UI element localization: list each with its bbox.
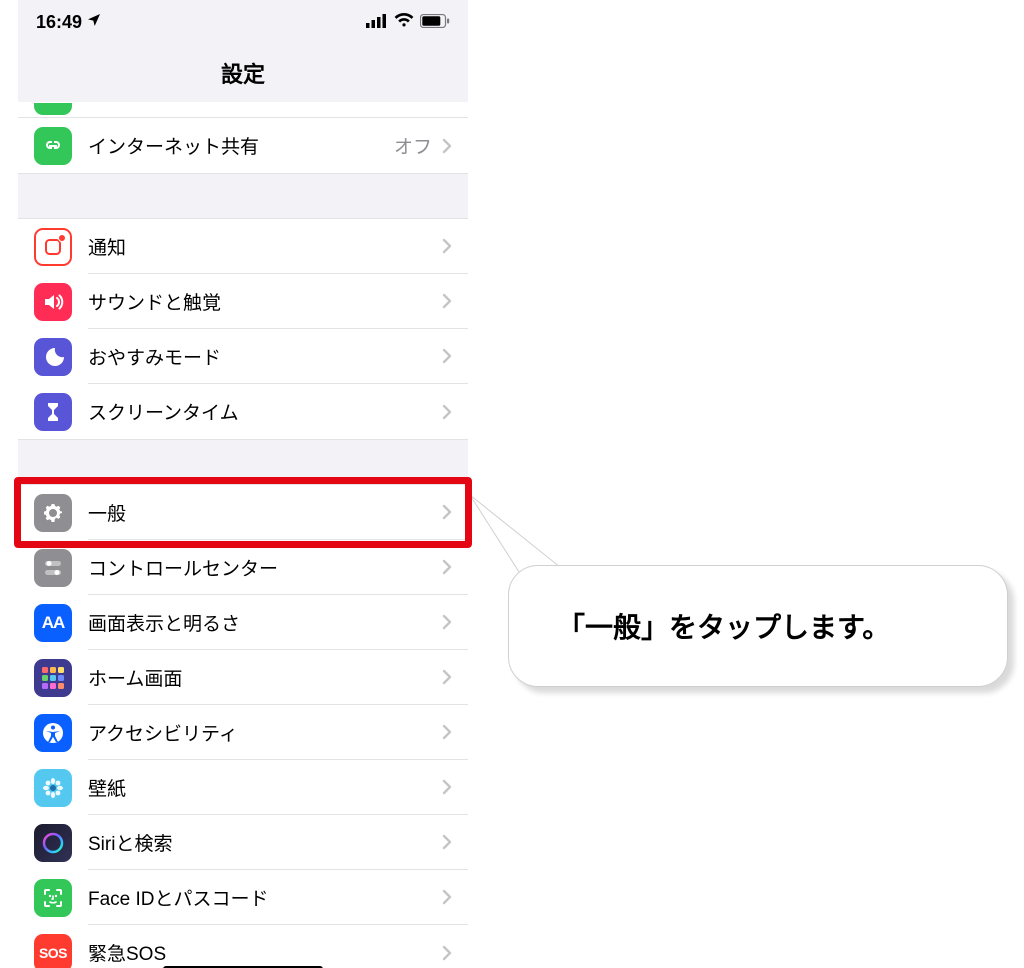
chevron-right-icon: [438, 834, 456, 850]
settings-row-control-center[interactable]: コントロールセンター: [18, 540, 468, 595]
badge-dot: [58, 234, 66, 242]
chevron-right-icon: [438, 669, 456, 685]
chevron-right-icon: [438, 138, 456, 154]
location-icon: [86, 12, 102, 33]
chevron-right-icon: [438, 238, 456, 254]
chevron-right-icon: [438, 945, 456, 961]
chevron-right-icon: [438, 614, 456, 630]
settings-row-notifications[interactable]: 通知: [18, 219, 468, 274]
status-time: 16:49: [36, 12, 82, 33]
apps-icon: [34, 659, 72, 697]
row-label: 緊急SOS: [88, 939, 438, 966]
chevron-right-icon: [438, 504, 456, 520]
row-label: Siriと検索: [88, 829, 438, 856]
chevron-right-icon: [438, 779, 456, 795]
row-label: ホーム画面: [88, 664, 438, 691]
row-label: アクセシビリティ: [88, 719, 438, 746]
row-label: 壁紙: [88, 774, 438, 801]
chevron-right-icon: [438, 404, 456, 420]
settings-row-sounds[interactable]: サウンドと触覚: [18, 274, 468, 329]
row-label: Face IDとパスコード: [88, 884, 438, 911]
settings-row-accessibility[interactable]: アクセシビリティ: [18, 705, 468, 760]
moon-icon: [34, 338, 72, 376]
chevron-right-icon: [438, 348, 456, 364]
settings-row-dnd[interactable]: おやすみモード: [18, 329, 468, 384]
row-label: 画面表示と明るさ: [88, 609, 438, 636]
settings-row-faceid[interactable]: Face IDとパスコード: [18, 870, 468, 925]
notifications-icon: [34, 228, 72, 266]
row-label: インターネット共有: [88, 132, 394, 159]
row-label: スクリーンタイム: [88, 398, 438, 425]
status-bar: 16:49: [18, 0, 468, 44]
settings-row-general[interactable]: 一般: [18, 485, 468, 540]
chevron-right-icon: [438, 559, 456, 575]
siri-icon: [34, 824, 72, 862]
settings-row-sos[interactable]: SOS 緊急SOS: [18, 925, 468, 968]
row-label: コントロールセンター: [88, 554, 438, 581]
battery-icon: [420, 12, 450, 33]
chevron-right-icon: [438, 293, 456, 309]
chevron-right-icon: [438, 724, 456, 740]
row-value: オフ: [394, 132, 432, 159]
flower-icon: [34, 769, 72, 807]
accessibility-icon: [34, 714, 72, 752]
group-spacer: [18, 439, 468, 485]
cellular-icon: [366, 12, 388, 33]
chevron-right-icon: [438, 889, 456, 905]
phone-frame: 16:49 設定 インターネッ: [18, 0, 468, 968]
settings-row-wallpaper[interactable]: 壁紙: [18, 760, 468, 815]
settings-row-display[interactable]: AA 画面表示と明るさ: [18, 595, 468, 650]
row-label: 通知: [88, 233, 438, 260]
sos-icon: SOS: [34, 934, 72, 968]
toggles-icon: [34, 549, 72, 587]
row-label: おやすみモード: [88, 343, 438, 370]
row-label: サウンドと触覚: [88, 288, 438, 315]
row-label: 一般: [88, 499, 438, 526]
previous-row-partial: [18, 102, 468, 118]
callout-text: 「一般」をタップします。: [557, 612, 890, 643]
hourglass-icon: [34, 393, 72, 431]
gear-icon: [34, 494, 72, 532]
settings-row-home-screen[interactable]: ホーム画面: [18, 650, 468, 705]
aa-icon: AA: [34, 604, 72, 642]
instruction-callout: 「一般」をタップします。: [508, 565, 1008, 687]
group-spacer: [18, 173, 468, 219]
settings-row-siri[interactable]: Siriと検索: [18, 815, 468, 870]
wifi-icon: [394, 12, 414, 33]
link-icon: [34, 127, 72, 165]
settings-row-personal-hotspot[interactable]: インターネット共有オフ: [18, 118, 468, 173]
speaker-icon: [34, 283, 72, 321]
page-title: 設定: [18, 44, 468, 102]
settings-row-screentime[interactable]: スクリーンタイム: [18, 384, 468, 439]
faceid-icon: [34, 879, 72, 917]
